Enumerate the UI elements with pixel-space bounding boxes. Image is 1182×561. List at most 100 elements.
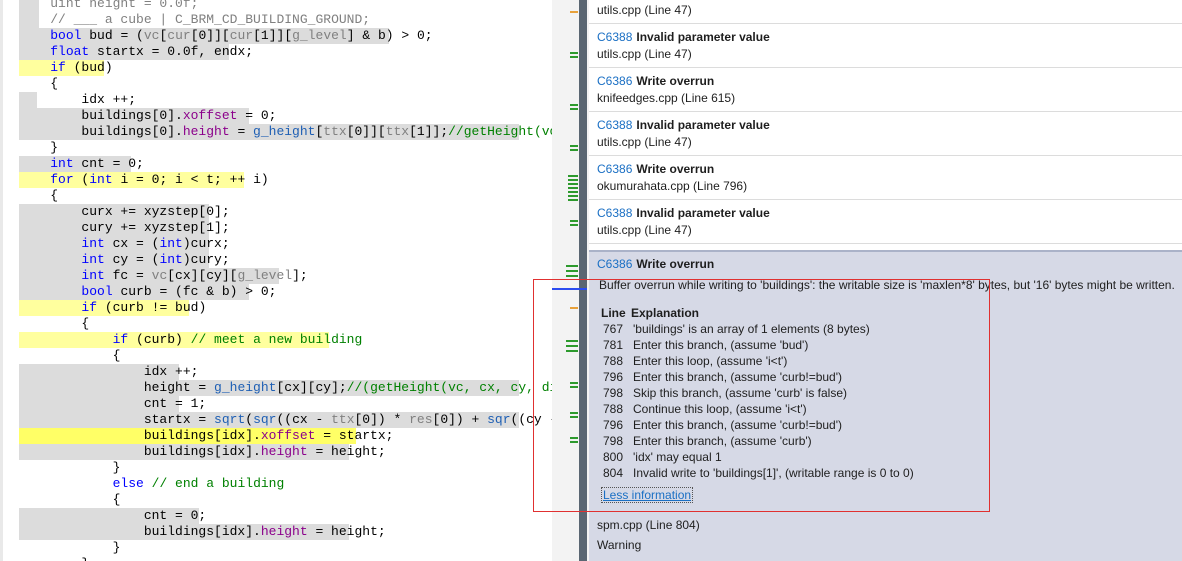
change-marker-group xyxy=(566,340,578,354)
code-line[interactable]: cury += xyzstep[1]; xyxy=(19,220,549,236)
warning-code-link[interactable]: C6386 xyxy=(597,74,632,88)
code-line[interactable]: } xyxy=(19,460,549,476)
warning-file-location[interactable]: utils.cpp (Line 47) xyxy=(597,135,692,149)
code-line[interactable]: buildings[0].xoffset = 0; xyxy=(19,108,549,124)
code-editor[interactable]: uint height = 0.0f; // ___ a cube | C_BR… xyxy=(0,0,552,561)
code-token: height xyxy=(182,124,230,139)
expanded-warning[interactable]: C6386 Write overrun Buffer overrun while … xyxy=(589,250,1182,561)
code-line[interactable]: int cnt = 0; xyxy=(19,156,549,172)
code-line[interactable]: { xyxy=(19,492,549,508)
line-text: cury += xyzstep[1]; xyxy=(19,220,229,235)
explanation-row[interactable]: 788 Continue this loop, (assume 'i<t') xyxy=(599,401,914,417)
change-marker xyxy=(570,149,578,151)
warning-code-link[interactable]: C6386 xyxy=(597,257,632,271)
code-line[interactable]: cnt = 0; xyxy=(19,508,549,524)
marker-bar-track xyxy=(579,0,587,561)
explanation-row[interactable]: 800 'idx' may equal 1 xyxy=(599,449,914,465)
warning-title: Invalid parameter value xyxy=(636,30,770,44)
code-line[interactable]: int cx = (int)curx; xyxy=(19,236,549,252)
warning-file-location[interactable]: okumurahata.cpp (Line 796) xyxy=(597,179,747,193)
code-line[interactable]: buildings[0].height = g_height[ttx[0]][t… xyxy=(19,124,552,140)
less-information-link[interactable]: Less information xyxy=(601,487,694,503)
warning-item[interactable]: C6388 Invalid parameter value utils.cpp (L… xyxy=(589,200,1182,244)
code-line[interactable]: { xyxy=(19,188,549,204)
code-token: g_height xyxy=(253,124,316,139)
line-text: else // end a building xyxy=(19,476,285,491)
line-text: for (int i = 0; i < t; ++ i) xyxy=(19,172,268,187)
code-line[interactable]: { xyxy=(19,348,549,364)
change-marker xyxy=(570,220,578,222)
code-line[interactable]: buildings[idx].height = height; xyxy=(19,444,549,460)
warning-code-link[interactable]: C6388 xyxy=(597,30,632,44)
code-line[interactable]: else // end a building xyxy=(19,476,549,492)
code-line[interactable]: bool curb = (fc & b) > 0; xyxy=(19,284,549,300)
code-token: xoffset xyxy=(260,428,316,443)
warning-file-location[interactable]: utils.cpp (Line 47) xyxy=(597,3,692,17)
code-line[interactable]: if (curb != bud) xyxy=(19,300,549,316)
code-line[interactable]: height = g_height[cx][cy];//(getHeight(v… xyxy=(19,380,552,396)
code-line[interactable]: startx = sqrt(sqr((cx - ttx[0]) * res[0]… xyxy=(19,412,552,428)
code-token: int xyxy=(159,236,183,251)
code-line[interactable]: bool bud = (vc[cur[0]][cur[1]][g_level] … xyxy=(19,28,549,44)
code-line[interactable]: curx += xyzstep[0]; xyxy=(19,204,549,220)
code-line[interactable]: idx ++; xyxy=(19,364,549,380)
code-line[interactable]: { xyxy=(19,76,549,92)
warning-code-link[interactable]: C6388 xyxy=(597,206,632,220)
code-line[interactable]: uint height = 0.0f; xyxy=(19,0,549,12)
code-token: ( xyxy=(245,412,254,427)
warning-item[interactable]: C6388 Invalid parameter value utils.cpp (L… xyxy=(589,112,1182,156)
code-token: ttx xyxy=(385,124,410,139)
warning-file-location[interactable]: knifeedges.cpp (Line 615) xyxy=(597,91,735,105)
warning-code-link[interactable]: C6388 xyxy=(597,118,632,132)
code-token: for xyxy=(50,172,74,187)
code-line[interactable]: } xyxy=(19,140,549,156)
warning-item[interactable]: C6386 Write overrun okumurahata.cpp (Line … xyxy=(589,156,1182,200)
code-token: cnt = 0; xyxy=(19,508,207,523)
header-line: Line xyxy=(601,306,626,320)
warning-item[interactable]: C6388 Invalid parameter value utils.cpp (L… xyxy=(589,24,1182,68)
explanation-row[interactable]: 781 Enter this branch, (assume 'bud') xyxy=(599,337,914,353)
explanation-line-number: 798 xyxy=(603,386,624,400)
explanation-row[interactable]: 798 Skip this branch, (assume 'curb' is f… xyxy=(599,385,914,401)
scroll-marker-bar[interactable] xyxy=(552,0,589,561)
code-line[interactable]: int fc = vc[cx][cy][g_level]; xyxy=(19,268,549,284)
code-line[interactable]: idx ++; xyxy=(19,92,549,108)
warning-item[interactable]: C6386 Write overrun knifeedges.cpp (Line 6… xyxy=(589,68,1182,112)
code-line[interactable]: buildings[idx].height = height; xyxy=(19,524,549,540)
code-token: // meet a new building xyxy=(190,332,363,347)
code-line[interactable]: if (bud) xyxy=(19,60,549,76)
code-token: ( xyxy=(73,172,90,187)
explanation-row[interactable]: 798 Enter this branch, (assume 'curb') xyxy=(599,433,914,449)
code-line[interactable]: } xyxy=(19,540,549,556)
code-line[interactable]: cnt = 1; xyxy=(19,396,549,412)
code-line[interactable]: { xyxy=(19,316,549,332)
explanation-row[interactable]: 788 Enter this loop, (assume 'i<t') xyxy=(599,353,914,369)
warning-file-location[interactable]: utils.cpp (Line 47) xyxy=(597,223,692,237)
code-token: = startx; xyxy=(315,428,394,443)
code-analysis-results[interactable]: Invalid parameter value utils.cpp (Line 4… xyxy=(589,0,1182,561)
explanation-row[interactable]: 796 Enter this branch, (assume 'curb!=bud… xyxy=(599,369,914,385)
explanation-row[interactable]: 767 'buildings' is an array of 1 elements… xyxy=(599,321,914,337)
line-text: if (bud) xyxy=(19,60,112,75)
warning-file-location[interactable]: spm.cpp (Line 804) xyxy=(597,518,700,532)
code-token: = height; xyxy=(307,524,386,539)
warning-code-link[interactable]: C6386 xyxy=(597,162,632,176)
code-token: if xyxy=(50,60,66,75)
explanation-row[interactable]: 804 Invalid write to 'buildings[1]', (wri… xyxy=(599,465,914,481)
warning-file-location[interactable]: utils.cpp (Line 47) xyxy=(597,47,692,61)
code-line[interactable]: buildings[idx].xoffset = startx; xyxy=(19,428,549,444)
code-line[interactable]: for (int i = 0; i < t; ++ i) xyxy=(19,172,549,188)
code-line[interactable]: float startx = 0.0f, endx; xyxy=(19,44,549,60)
code-token: } xyxy=(19,140,59,155)
code-line[interactable]: // ___ a cube | C_BRM_CD_BUILDING_GROUND… xyxy=(19,12,549,28)
warning-item[interactable]: Invalid parameter valueutils.cpp (Line 4… xyxy=(589,0,1182,24)
code-token: bool xyxy=(81,284,113,299)
code-line[interactable]: if (curb) // meet a new building xyxy=(19,332,549,348)
code-line[interactable]: int cy = (int)cury; xyxy=(19,252,549,268)
code-token: float xyxy=(50,44,90,59)
explanation-row[interactable]: 796 Enter this branch, (assume 'curb!=bud… xyxy=(599,417,914,433)
code-line[interactable]: } xyxy=(19,556,549,561)
explanation-text: Continue this loop, (assume 'i<t') xyxy=(633,402,807,416)
